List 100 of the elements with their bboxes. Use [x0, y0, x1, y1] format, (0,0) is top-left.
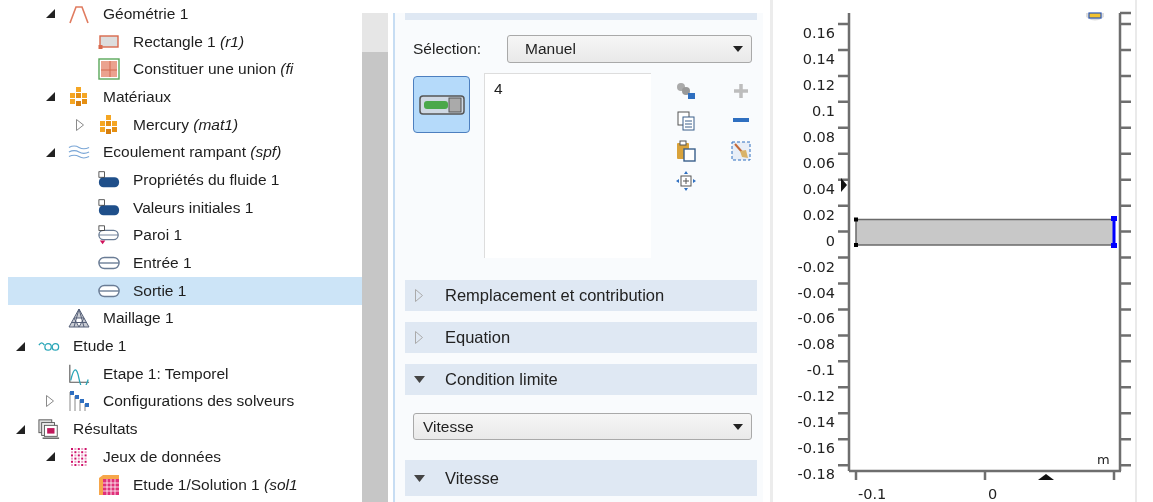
axis-label: 0 [988, 486, 998, 502]
tree-label: Entrée 1 [133, 254, 192, 273]
tree-item[interactable]: Rectangle 1 (r1) [8, 27, 362, 56]
tree-item[interactable]: Etude 1/Solution 1 (sol1 [8, 470, 362, 499]
tree-label: Matériaux [103, 87, 172, 106]
vertex-point [854, 243, 858, 247]
pointer-icon [841, 178, 847, 192]
axis-label: 0.04 [802, 180, 835, 197]
tree-label: Géométrie 1 [103, 4, 189, 23]
solver-icon [68, 390, 90, 413]
boundary-icon [98, 282, 120, 299]
tree-item[interactable]: Configurations des solveurs [8, 387, 362, 416]
condition-dropdown[interactable]: Vitesse [413, 413, 752, 440]
rectangle-icon [98, 33, 120, 50]
axis-label: 0.1 [811, 102, 835, 119]
tree-item[interactable]: Géométrie 1 [8, 0, 362, 28]
tree-label: Paroi 1 [133, 226, 183, 245]
tree-item[interactable]: Ecoulement rampant (spf) [8, 138, 362, 167]
axis-label: -0.02 [797, 258, 835, 275]
collapsed-icon[interactable] [76, 118, 84, 131]
materials-icon [68, 86, 90, 107]
pointer-icon [1038, 474, 1054, 480]
scrollbar[interactable] [362, 13, 388, 502]
selection-toggle-button[interactable] [413, 76, 470, 133]
tree-item[interactable]: Jeux de données [8, 443, 362, 471]
section-header[interactable]: Vitesse [405, 460, 757, 496]
collapsed-icon[interactable] [46, 395, 54, 408]
tree-item[interactable]: Maillage 1 [8, 304, 362, 333]
expanded-icon[interactable] [15, 424, 25, 434]
axis-label: 0.06 [802, 154, 835, 171]
axis-label: -0.06 [797, 310, 835, 327]
section-header[interactable]: Remplacement et contribution [405, 280, 757, 311]
tree-item[interactable]: Valeurs initiales 1 [8, 193, 362, 222]
glasses-icon [38, 339, 60, 354]
axis-label: 0.02 [802, 206, 835, 223]
axis-label: -0.04 [797, 284, 835, 301]
boundary-icon [98, 255, 120, 272]
tree-label: Mercury (mat1) [133, 115, 239, 134]
switch-icon [418, 94, 465, 115]
unit-label: m [1097, 452, 1110, 467]
tree-label: Valeurs initiales 1 [133, 198, 254, 217]
tree-item[interactable]: Sortie 1 [8, 276, 362, 305]
selection-label: Sélection: [413, 40, 483, 58]
axis-label: 0.14 [802, 50, 835, 67]
axis-label: 0 [825, 232, 835, 249]
union-icon [98, 58, 120, 81]
axis-label: 0.08 [802, 128, 835, 145]
tree-item[interactable]: Propriétés du fluide 1 [8, 166, 362, 194]
axis-label: 0.16 [802, 25, 835, 41]
tree-item[interactable]: Paroi 1 [8, 221, 362, 250]
time-plot-icon [68, 362, 90, 385]
view-icon [1086, 12, 1104, 21]
selection-dropdown[interactable]: Manuel [507, 35, 752, 63]
axis-label: -0.18 [797, 466, 835, 483]
tree-label: Rectangle 1 (r1) [133, 32, 245, 51]
solution-cube-icon [98, 473, 120, 496]
tree-label: Sortie 1 [133, 281, 187, 300]
domain-icon [98, 198, 120, 217]
expanded-icon[interactable] [45, 452, 55, 462]
tree-label: Etude 1 [73, 337, 127, 356]
caret-icon [733, 423, 743, 430]
axis-label: -0.08 [797, 336, 835, 353]
tree-item[interactable]: Matériaux [8, 83, 362, 111]
domain-icon [98, 170, 120, 189]
tree-label: Maillage 1 [103, 309, 174, 328]
tree-label: Résultats [73, 420, 138, 439]
tree-label: Ecoulement rampant (spf) [103, 143, 282, 162]
section-header[interactable]: Equation [405, 322, 757, 353]
axis-label: -0.16 [797, 440, 835, 457]
tree-item[interactable]: Etape 1: Temporel [8, 359, 362, 388]
selection-list[interactable]: 4 [484, 73, 651, 258]
list-item[interactable]: 4 [494, 80, 642, 98]
materials-icon [98, 114, 120, 135]
tree-item[interactable]: Entrée 1 [8, 249, 362, 277]
axis-label: -0.1 [806, 362, 835, 379]
tree-item[interactable]: Mercury (mat1) [8, 110, 362, 139]
vertex-point [854, 217, 858, 222]
axis-label: -0.1 [858, 486, 887, 502]
expanded-icon[interactable] [15, 341, 25, 351]
tree-item[interactable]: Etude 1 [8, 332, 362, 360]
tree-label: Etude 1/Solution 1 (sol1 [133, 475, 298, 494]
dataset-grid-icon [69, 446, 89, 467]
wall-icon [98, 225, 120, 246]
tree-label: Etape 1: Temporel [103, 364, 229, 383]
results-icon [38, 418, 60, 441]
expanded-icon[interactable] [45, 147, 55, 157]
axis-label: 0.12 [802, 76, 835, 93]
axis-label: -0.12 [797, 388, 835, 405]
tree-label: Configurations des solveurs [103, 392, 295, 411]
tree-item[interactable]: Constituer une union (fi [8, 55, 362, 84]
expanded-icon[interactable] [45, 92, 55, 102]
selected-edge [1111, 216, 1117, 248]
tree-label: Jeux de données [103, 447, 222, 466]
tree-label: Constituer une union (fi [133, 60, 294, 79]
caret-icon [733, 46, 743, 52]
mesh-icon [68, 308, 90, 329]
tree-item[interactable]: Résultats [8, 415, 362, 443]
section-header[interactable]: Condition limite [405, 364, 757, 395]
expanded-icon[interactable] [45, 9, 55, 19]
tree-label: Propriétés du fluide 1 [133, 170, 280, 189]
